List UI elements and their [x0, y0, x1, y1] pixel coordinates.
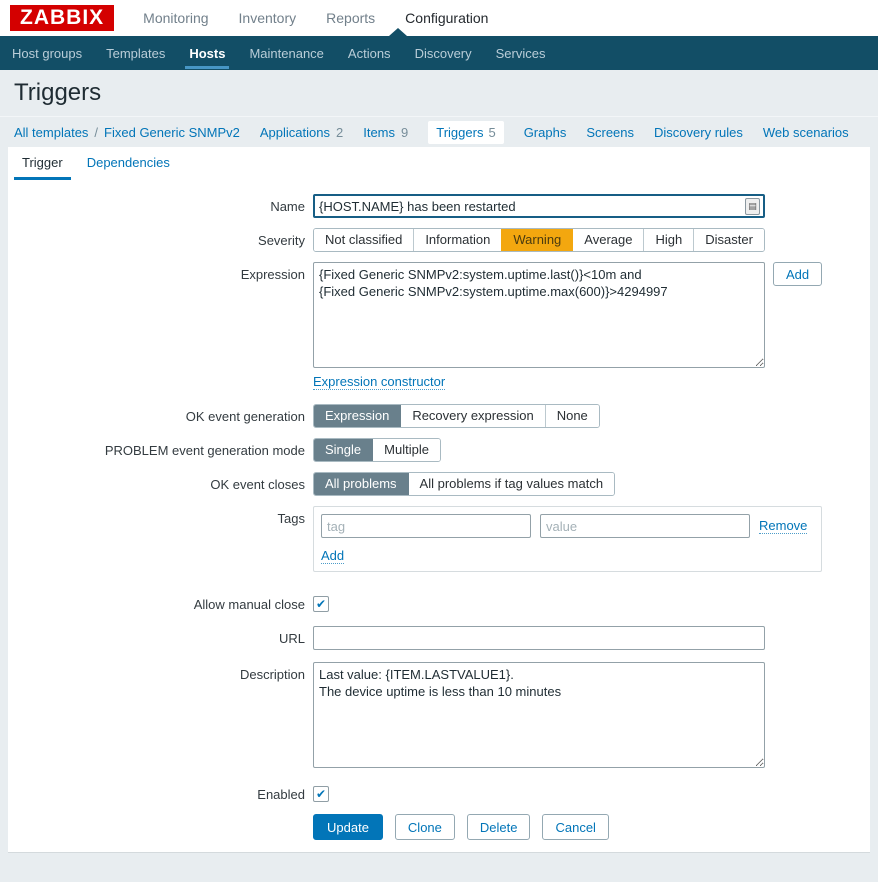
- expression-add-button[interactable]: Add: [773, 262, 823, 286]
- allow-manual-close-row: Allow manual close ✔: [8, 596, 870, 612]
- expression-constructor-link[interactable]: Expression constructor: [313, 374, 446, 390]
- breadcrumb-items[interactable]: Items: [363, 125, 395, 140]
- zabbix-logo: ZABBIX: [10, 5, 115, 31]
- severity-option-not-classified[interactable]: Not classified: [314, 229, 414, 251]
- nav-templates[interactable]: Templates: [94, 37, 177, 69]
- expression-row: Expression {Fixed Generic SNMPv2:system.…: [8, 262, 870, 368]
- active-menu-caret-icon: [389, 28, 407, 36]
- breadcrumb: All templates / Fixed Generic SNMPv2 App…: [0, 117, 878, 147]
- url-input[interactable]: [313, 626, 765, 650]
- nav-host-groups[interactable]: Host groups: [0, 37, 94, 69]
- tags-container: Remove Add: [313, 506, 822, 572]
- name-input[interactable]: [313, 194, 765, 218]
- description-row: Description Last value: {ITEM.LASTVALUE1…: [8, 662, 870, 768]
- clone-button[interactable]: Clone: [394, 814, 455, 840]
- severity-option-disaster[interactable]: Disaster: [693, 229, 764, 251]
- delete-button[interactable]: Delete: [466, 814, 531, 840]
- menu-reports[interactable]: Reports: [311, 2, 390, 34]
- menu-configuration[interactable]: Configuration: [390, 2, 503, 34]
- severity-label: Severity: [258, 233, 305, 248]
- problem-mode-option-multiple[interactable]: Multiple: [372, 439, 440, 461]
- tag-name-input[interactable]: [321, 514, 531, 538]
- enabled-checkbox[interactable]: ✔: [313, 786, 329, 802]
- title-band: Triggers: [0, 70, 878, 117]
- form-buttons-row: Update Clone Delete Cancel: [8, 814, 870, 840]
- top-menu: Monitoring Inventory Reports Configurati…: [128, 2, 503, 34]
- nav-actions[interactable]: Actions: [336, 37, 403, 69]
- expression-constructor-row: Expression constructor: [8, 374, 870, 390]
- breadcrumb-web-scenarios[interactable]: Web scenarios: [763, 125, 849, 140]
- breadcrumb-applications[interactable]: Applications: [260, 125, 330, 140]
- tab-trigger[interactable]: Trigger: [14, 147, 71, 180]
- severity-segmented-control: Not classified Information Warning Avera…: [313, 228, 765, 252]
- ok-gen-option-none[interactable]: None: [544, 405, 599, 427]
- problem-mode-row: PROBLEM event generation mode Single Mul…: [8, 438, 870, 462]
- tags-row: Tags Remove Add: [8, 506, 870, 572]
- description-textarea[interactable]: Last value: {ITEM.LASTVALUE1}. The devic…: [313, 662, 765, 768]
- ok-closes-option-all-problems[interactable]: All problems: [314, 473, 408, 495]
- ok-gen-option-expression[interactable]: Expression: [314, 405, 401, 427]
- trigger-form: Name ▤ Severity Not classified Informati…: [8, 180, 870, 840]
- ok-gen-option-recovery-expression[interactable]: Recovery expression: [400, 405, 545, 427]
- breadcrumb-template[interactable]: Fixed Generic SNMPv2: [104, 125, 240, 140]
- ok-event-generation-label: OK event generation: [185, 409, 305, 424]
- nav-maintenance[interactable]: Maintenance: [237, 37, 335, 69]
- description-label: Description: [239, 667, 305, 682]
- input-autofill-icon[interactable]: ▤: [745, 198, 760, 215]
- breadcrumb-all-templates[interactable]: All templates: [14, 125, 88, 140]
- breadcrumb-triggers[interactable]: Triggers: [436, 125, 483, 140]
- severity-option-warning[interactable]: Warning: [501, 229, 573, 251]
- breadcrumb-separator: /: [94, 124, 99, 140]
- problem-mode-option-single[interactable]: Single: [314, 439, 373, 461]
- triggers-count: 5: [488, 124, 496, 140]
- applications-count: 2: [335, 124, 344, 140]
- breadcrumb-triggers-current[interactable]: Triggers 5: [428, 120, 504, 144]
- problem-mode-label: PROBLEM event generation mode: [104, 443, 305, 458]
- tags-label: Tags: [277, 511, 305, 526]
- nav-discovery[interactable]: Discovery: [403, 37, 484, 69]
- tag-value-input[interactable]: [540, 514, 750, 538]
- tab-dependencies[interactable]: Dependencies: [79, 147, 178, 180]
- expression-textarea[interactable]: {Fixed Generic SNMPv2:system.uptime.last…: [313, 262, 765, 368]
- severity-option-average[interactable]: Average: [572, 229, 644, 251]
- nav-services[interactable]: Services: [484, 37, 558, 69]
- url-row: URL: [8, 626, 870, 650]
- sub-navigation: Host groups Templates Hosts Maintenance …: [0, 28, 878, 70]
- ok-event-closes-row: OK event closes All problems All problem…: [8, 472, 870, 496]
- enabled-row: Enabled ✔: [8, 786, 870, 802]
- severity-option-high[interactable]: High: [643, 229, 694, 251]
- ok-event-closes-label: OK event closes: [210, 477, 305, 492]
- name-row: Name ▤: [8, 194, 870, 218]
- ok-event-closes-segmented-control: All problems All problems if tag values …: [313, 472, 616, 496]
- page-title: Triggers: [14, 79, 102, 106]
- menu-inventory[interactable]: Inventory: [224, 2, 312, 34]
- allow-manual-close-label: Allow manual close: [193, 597, 305, 612]
- severity-row: Severity Not classified Information Warn…: [8, 228, 870, 252]
- breadcrumb-screens[interactable]: Screens: [586, 125, 634, 140]
- severity-option-information[interactable]: Information: [413, 229, 502, 251]
- nav-hosts[interactable]: Hosts: [177, 37, 237, 69]
- ok-event-generation-segmented-control: Expression Recovery expression None: [313, 404, 600, 428]
- expression-label: Expression: [240, 267, 305, 282]
- form-tabs: Trigger Dependencies: [8, 147, 870, 180]
- allow-manual-close-checkbox[interactable]: ✔: [313, 596, 329, 612]
- update-button[interactable]: Update: [313, 814, 383, 840]
- tag-remove-link[interactable]: Remove: [759, 518, 808, 534]
- trigger-form-card: Trigger Dependencies Name ▤ Severity Not…: [8, 147, 870, 853]
- ok-closes-option-tag-match[interactable]: All problems if tag values match: [407, 473, 615, 495]
- top-header: ZABBIX Monitoring Inventory Reports Conf…: [0, 0, 878, 36]
- breadcrumb-graphs[interactable]: Graphs: [524, 125, 567, 140]
- menu-monitoring[interactable]: Monitoring: [128, 2, 223, 34]
- problem-mode-segmented-control: Single Multiple: [313, 438, 441, 462]
- tag-add-link[interactable]: Add: [321, 548, 345, 564]
- name-label: Name: [270, 199, 305, 214]
- enabled-label: Enabled: [257, 787, 305, 802]
- cancel-button[interactable]: Cancel: [542, 814, 609, 840]
- items-count: 9: [401, 124, 409, 140]
- ok-event-generation-row: OK event generation Expression Recovery …: [8, 404, 870, 428]
- url-label: URL: [278, 631, 305, 646]
- breadcrumb-discovery-rules[interactable]: Discovery rules: [654, 125, 743, 140]
